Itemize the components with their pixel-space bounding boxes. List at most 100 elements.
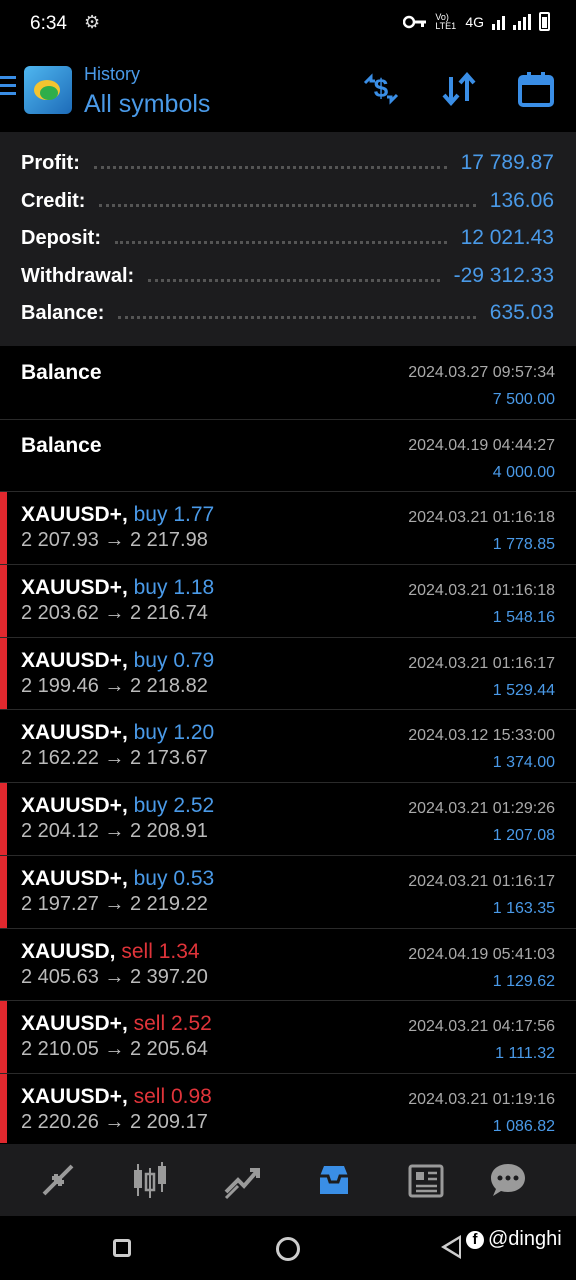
loss-accent-bar <box>0 1001 7 1073</box>
trade-item[interactable]: XAUUSD+, buy 1.77 2 207.93 → 2 217.98 2024… <box>0 492 576 566</box>
account-summary: Profit: 17 789.87 Credit: 136.06 Deposit… <box>0 132 576 346</box>
currency-toggle-button[interactable]: $ <box>360 68 402 110</box>
history-icon <box>320 1166 348 1194</box>
sort-button[interactable] <box>438 68 480 110</box>
loss-accent-bar <box>0 783 7 855</box>
symbol-name: XAUUSD+, <box>21 794 128 818</box>
header-subtitle[interactable]: History <box>84 64 140 85</box>
summary-value: 635.03 <box>489 301 554 324</box>
network-label: 4G <box>465 13 484 30</box>
item-date: 2024.03.21 04:17:56 <box>408 1018 555 1036</box>
summary-row-deposit: Deposit: 12 021.43 <box>21 223 554 253</box>
loss-accent-bar <box>0 855 7 928</box>
back-icon[interactable] <box>441 1235 461 1259</box>
summary-value: 12 021.43 <box>460 226 554 249</box>
balance-item[interactable]: Balance 2024.04.19 04:44:27 4 000.00 <box>0 419 576 493</box>
news-icon <box>408 1164 444 1198</box>
trade-symbol: XAUUSD+, buy 1.77 <box>21 503 214 527</box>
nav-quotes[interactable] <box>34 1158 82 1202</box>
summary-value: 17 789.87 <box>460 151 554 174</box>
symbol-name: XAUUSD+, <box>21 503 128 527</box>
app-logo[interactable] <box>24 66 72 114</box>
chart-icon <box>134 1162 166 1198</box>
symbol-name: XAUUSD+, <box>21 648 128 672</box>
svg-text:$: $ <box>374 73 389 103</box>
signal-2-icon <box>513 13 531 30</box>
trade-item[interactable]: XAUUSD, sell 1.34 2 405.63 → 2 397.20 2024… <box>0 928 576 1002</box>
trade-prices: 2 210.05 → 2 205.64 <box>21 1038 208 1061</box>
item-date: 2024.04.19 04:44:27 <box>408 436 555 454</box>
trade-direction: buy 0.53 <box>133 866 215 890</box>
item-date: 2024.04.19 05:41:03 <box>408 945 555 963</box>
item-date: 2024.03.21 01:16:18 <box>408 582 555 600</box>
sort-icon <box>442 71 476 107</box>
nav-trade[interactable] <box>218 1158 266 1202</box>
trade-symbol: XAUUSD+, sell 0.98 <box>21 1085 212 1109</box>
nav-news[interactable] <box>402 1158 450 1202</box>
battery-icon <box>539 12 550 31</box>
summary-row-profit: Profit: 17 789.87 <box>21 148 554 178</box>
trade-prices: 2 207.93 → 2 217.98 <box>21 529 208 552</box>
symbol-name: XAUUSD+, <box>21 1012 128 1036</box>
nav-chart[interactable] <box>126 1158 174 1202</box>
item-date: 2024.03.21 01:16:17 <box>408 872 555 890</box>
recents-icon[interactable] <box>113 1239 131 1257</box>
summary-label: Profit: <box>21 151 80 174</box>
calendar-icon <box>518 72 554 107</box>
summary-row-withdrawal: Withdrawal: -29 312.33 <box>21 261 554 291</box>
watermark-text: @dinghi <box>488 1228 562 1250</box>
trade-item[interactable]: XAUUSD+, buy 1.18 2 203.62 → 2 216.74 2024… <box>0 565 576 638</box>
trade-item[interactable]: XAUUSD+, buy 2.52 2 204.12 → 2 208.91 2024… <box>0 783 576 856</box>
menu-icon[interactable] <box>0 76 16 98</box>
item-amount: 1 207.08 <box>492 827 555 845</box>
trade-item[interactable]: XAUUSD+, buy 1.20 2 162.22 → 2 173.67 2024… <box>0 710 576 784</box>
trade-symbol: XAUUSD+, sell 2.52 <box>21 1012 212 1036</box>
trade-prices: 2 204.12 → 2 208.91 <box>21 820 208 843</box>
home-icon[interactable] <box>276 1237 300 1261</box>
trade-item[interactable]: XAUUSD+, sell 2.52 2 210.05 → 2 205.64 202… <box>0 1001 576 1074</box>
symbol-name: XAUUSD+, <box>21 721 128 745</box>
item-date: 2024.03.21 01:29:26 <box>408 800 555 818</box>
header-title[interactable]: All symbols <box>84 90 210 119</box>
trade-symbol: XAUUSD+, buy 2.52 <box>21 794 214 818</box>
loss-accent-bar <box>0 637 7 710</box>
trade-item[interactable]: XAUUSD+, sell 0.98 2 220.26 → 2 209.17 202… <box>0 1073 576 1143</box>
item-date: 2024.03.21 01:19:16 <box>408 1090 555 1108</box>
trade-prices: 2 220.26 → 2 209.17 <box>21 1110 208 1133</box>
symbol-name: XAUUSD, <box>21 939 116 963</box>
settings-gear-icon: ⚙ <box>84 12 101 32</box>
item-amount: 7 500.00 <box>492 391 555 408</box>
dotted-leader <box>148 278 440 282</box>
trade-symbol: XAUUSD+, buy 1.20 <box>21 721 214 745</box>
currency-icon: $ <box>363 73 399 105</box>
trade-prices: 2 203.62 → 2 216.74 <box>21 602 208 625</box>
trade-direction: buy 1.20 <box>133 721 215 745</box>
trade-item[interactable]: XAUUSD+, buy 0.79 2 199.46 → 2 218.82 2024… <box>0 637 576 711</box>
signal-icon <box>492 14 505 30</box>
trade-direction: buy 2.52 <box>133 794 215 818</box>
item-amount: 1 111.32 <box>495 1045 555 1063</box>
item-amount: 1 529.44 <box>492 681 555 699</box>
dotted-leader <box>115 240 447 244</box>
trade-prices: 2 197.27 → 2 219.22 <box>21 892 208 915</box>
item-amount: 1 548.16 <box>492 609 555 627</box>
item-amount: 1 374.00 <box>492 754 555 772</box>
status-icons: Vo) LTE1 4G <box>403 12 550 31</box>
trade-direction: sell 0.98 <box>133 1084 212 1108</box>
history-list[interactable]: Balance 2024.03.27 09:57:34 7 500.00 Bal… <box>0 347 576 1143</box>
watermark: f @dinghi <box>466 1228 562 1251</box>
trade-symbol: XAUUSD+, buy 0.53 <box>21 867 214 891</box>
key-icon <box>403 15 427 28</box>
trade-item[interactable]: XAUUSD+, buy 0.53 2 197.27 → 2 219.22 2024… <box>0 855 576 929</box>
nav-chat[interactable] <box>484 1158 532 1202</box>
item-date: 2024.03.21 01:16:18 <box>408 509 555 527</box>
nav-history[interactable] <box>310 1158 358 1202</box>
trade-direction: buy 1.18 <box>133 576 215 600</box>
item-date: 2024.03.27 09:57:34 <box>408 364 555 381</box>
balance-item[interactable]: Balance 2024.03.27 09:57:34 7 500.00 <box>0 347 576 420</box>
trade-direction: sell 2.52 <box>133 1012 212 1036</box>
calendar-button[interactable] <box>515 68 557 110</box>
summary-value: 136.06 <box>489 189 554 212</box>
balance-title: Balance <box>21 361 102 384</box>
summary-row-credit: Credit: 136.06 <box>21 186 554 216</box>
